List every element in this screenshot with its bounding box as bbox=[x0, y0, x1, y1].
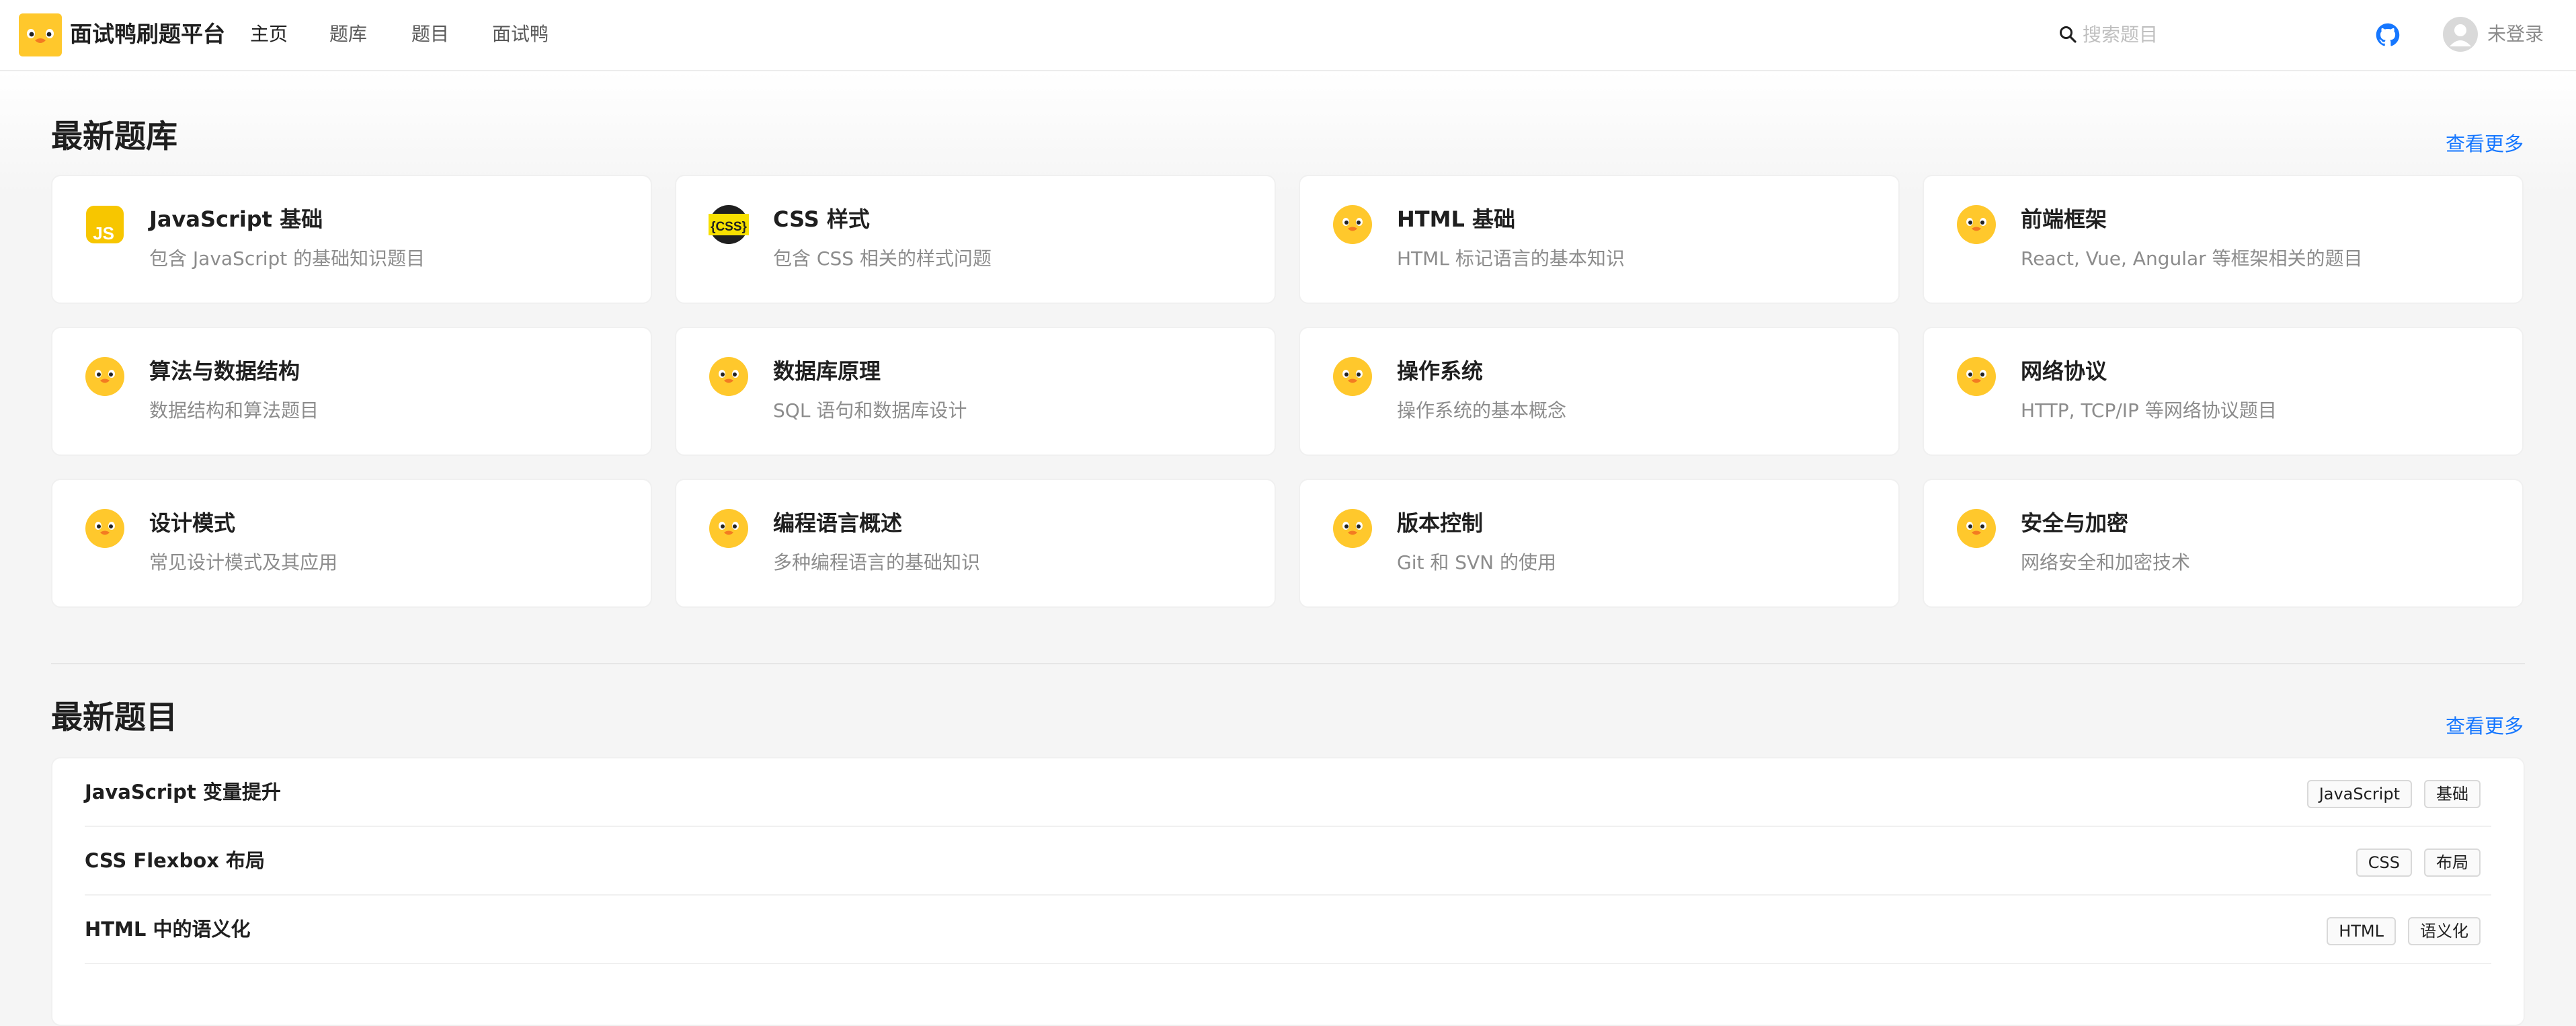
question-tag[interactable]: 布局 bbox=[2424, 849, 2481, 877]
question-row[interactable]: CSS Flexbox 布局 CSS 布局 bbox=[85, 827, 2491, 896]
question-tag[interactable]: HTML bbox=[2327, 917, 2396, 945]
bank-name: HTML 基础 bbox=[1397, 206, 1515, 232]
question-tag[interactable]: 语义化 bbox=[2408, 917, 2481, 945]
user-login-area[interactable]: 未登录 bbox=[2443, 17, 2557, 53]
bank-description: 常见设计模式及其应用 bbox=[149, 551, 338, 574]
nav-home[interactable]: 主页 bbox=[250, 20, 288, 48]
question-tags: JavaScript 基础 bbox=[2306, 780, 2481, 808]
bank-description: 网络安全和加密技术 bbox=[2021, 551, 2191, 574]
svg-text:{CSS}: {CSS} bbox=[711, 220, 747, 234]
bank-name: 编程语言概述 bbox=[773, 510, 903, 536]
question-bank-card[interactable]: 版本控制 Git 和 SVN 的使用 bbox=[1299, 479, 1900, 608]
site-logo-icon[interactable] bbox=[19, 13, 62, 56]
css-logo-icon: {CSS} bbox=[709, 204, 749, 245]
question-bank-card[interactable]: 操作系统操作系统的基本概念 bbox=[1299, 327, 1900, 456]
bank-description: 包含 CSS 相关的样式问题 bbox=[773, 247, 992, 270]
question-bank-card[interactable]: HTML 基础 HTML 标记语言的基本知识 bbox=[1299, 175, 1900, 304]
section-divider bbox=[51, 663, 2525, 664]
nav-questions[interactable]: 题目 bbox=[411, 20, 449, 48]
questions-view-more-link[interactable]: 查看更多 bbox=[2446, 713, 2524, 740]
bank-name: 数据库原理 bbox=[773, 358, 881, 384]
nav-question-banks[interactable]: 题库 bbox=[329, 20, 367, 48]
question-bank-card[interactable]: 安全与加密网络安全和加密技术 bbox=[1923, 479, 2524, 608]
question-row[interactable]: HTML 中的语义化 HTML 语义化 bbox=[85, 896, 2491, 964]
question-list: JavaScript 变量提升 JavaScript 基础 CSS Flexbox 布… bbox=[51, 757, 2525, 1026]
duck-icon bbox=[85, 508, 125, 549]
question-tags: CSS 布局 bbox=[2356, 849, 2481, 877]
search-icon[interactable] bbox=[2058, 25, 2077, 44]
bank-description: Git 和 SVN 的使用 bbox=[1397, 551, 1557, 574]
question-bank-card[interactable]: 编程语言概述多种编程语言的基础知识 bbox=[675, 479, 1276, 608]
bank-description: 操作系统的基本概念 bbox=[1397, 399, 1567, 422]
bank-description: 包含 JavaScript 的基础知识题目 bbox=[149, 247, 426, 270]
question-bank-card[interactable]: 数据库原理 SQL 语句和数据库设计 bbox=[675, 327, 1276, 456]
duck-icon bbox=[709, 508, 749, 549]
bank-name: JavaScript 基础 bbox=[149, 206, 323, 232]
bank-name: 操作系统 bbox=[1397, 358, 1484, 384]
bank-name: 版本控制 bbox=[1397, 510, 1484, 536]
duck-icon bbox=[709, 356, 749, 397]
bank-name: 前端框架 bbox=[2021, 206, 2107, 232]
duck-icon bbox=[1332, 204, 1373, 245]
question-bank-card[interactable]: 算法与数据结构 数据结构和算法题目 bbox=[51, 327, 652, 456]
latest-banks-title: 最新题库 bbox=[51, 118, 177, 155]
bank-description: HTML 标记语言的基本知识 bbox=[1397, 247, 1625, 270]
user-login-label: 未登录 bbox=[2487, 23, 2544, 45]
duck-icon bbox=[1956, 508, 1997, 549]
duck-icon bbox=[85, 356, 125, 397]
svg-text:JS: JS bbox=[93, 223, 114, 243]
site-title[interactable]: 面试鸭刷题平台 bbox=[70, 19, 225, 50]
latest-questions-title: 最新题目 bbox=[51, 699, 177, 736]
bank-name: 安全与加密 bbox=[2021, 510, 2129, 536]
nav-mianshiya[interactable]: 面试鸭 bbox=[492, 20, 549, 48]
duck-icon bbox=[1332, 356, 1373, 397]
bank-name: 网络协议 bbox=[2021, 358, 2107, 384]
bank-description: 数据结构和算法题目 bbox=[149, 399, 319, 422]
bank-description: 多种编程语言的基础知识 bbox=[773, 551, 981, 574]
question-bank-card[interactable]: JS JavaScript 基础包含 JavaScript 的基础知识题目 bbox=[51, 175, 652, 304]
question-bank-card[interactable]: 设计模式常见设计模式及其应用 bbox=[51, 479, 652, 608]
question-tag[interactable]: CSS bbox=[2356, 849, 2412, 877]
bank-description: React, Vue, Angular 等框架相关的题目 bbox=[2021, 247, 2363, 270]
question-title[interactable]: CSS Flexbox 布局 bbox=[85, 847, 265, 874]
question-row[interactable]: JavaScript 变量提升 JavaScript 基础 bbox=[85, 758, 2491, 827]
bank-name: 算法与数据结构 bbox=[149, 358, 300, 384]
question-tags: HTML 语义化 bbox=[2327, 917, 2481, 945]
question-bank-card[interactable]: 前端框架 React, Vue, Angular 等框架相关的题目 bbox=[1923, 175, 2524, 304]
duck-icon bbox=[1956, 204, 1997, 245]
question-title[interactable]: HTML 中的语义化 bbox=[85, 916, 251, 943]
question-tag[interactable]: JavaScript bbox=[2306, 780, 2412, 808]
search-box bbox=[2056, 19, 2338, 50]
question-bank-card[interactable]: {CSS} CSS 样式包含 CSS 相关的样式问题 bbox=[675, 175, 1276, 304]
duck-icon bbox=[1956, 356, 1997, 397]
github-icon[interactable] bbox=[2376, 23, 2400, 47]
duck-icon bbox=[1332, 508, 1373, 549]
question-title[interactable]: JavaScript 变量提升 bbox=[85, 779, 281, 805]
bank-description: HTTP, TCP/IP 等网络协议题目 bbox=[2021, 399, 2277, 422]
bank-grid: JS JavaScript 基础包含 JavaScript 的基础知识题目 {CSS… bbox=[51, 175, 2525, 608]
banks-view-more-link[interactable]: 查看更多 bbox=[2446, 130, 2524, 157]
search-input[interactable] bbox=[2083, 19, 2331, 50]
bank-name: 设计模式 bbox=[149, 510, 236, 536]
js-logo-icon: JS bbox=[85, 204, 125, 245]
bank-name: CSS 样式 bbox=[773, 206, 870, 232]
question-tag[interactable]: 基础 bbox=[2424, 780, 2481, 808]
user-avatar-icon bbox=[2443, 17, 2478, 52]
bank-description: SQL 语句和数据库设计 bbox=[773, 399, 967, 422]
top-header: 面试鸭刷题平台 主页 题库 题目 面试鸭 未登录 bbox=[0, 0, 2576, 71]
question-bank-card[interactable]: 网络协议 HTTP, TCP/IP 等网络协议题目 bbox=[1923, 327, 2524, 456]
